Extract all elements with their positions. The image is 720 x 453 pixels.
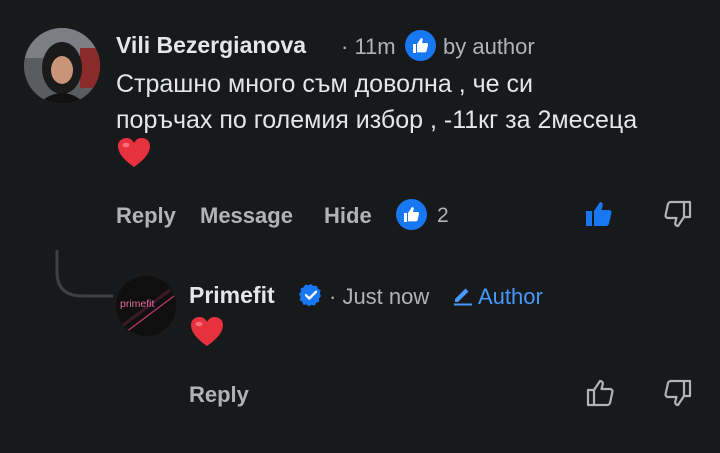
message-button[interactable]: Message: [200, 203, 293, 229]
verified-badge-icon: [299, 283, 323, 307]
reply-downvote-icon[interactable]: [663, 378, 693, 408]
like-reaction-icon[interactable]: [396, 199, 427, 230]
reply-upvote-icon[interactable]: [585, 378, 615, 408]
reply-author-name[interactable]: Primefit: [189, 282, 275, 309]
profile-photo: [24, 28, 100, 104]
reply-button[interactable]: Reply: [116, 203, 176, 229]
primefit-logo-text: primefit: [120, 298, 155, 310]
upvote-icon[interactable]: [583, 199, 613, 229]
reply-timestamp[interactable]: · Just now: [329, 284, 429, 310]
thumbs-up-badge-icon: [405, 30, 436, 61]
reply-heart-emoji: [190, 316, 224, 348]
reply-reply-button[interactable]: Reply: [189, 382, 249, 408]
commenter-avatar[interactable]: [24, 28, 100, 104]
author-label[interactable]: Author: [478, 284, 543, 310]
pencil-icon: [452, 284, 474, 306]
heart-icon: [118, 138, 150, 167]
hide-button[interactable]: Hide: [324, 203, 372, 229]
comment-text-line-2: поръчах по големия избор , -11кг за 2мес…: [116, 106, 638, 134]
commenter-name[interactable]: Vili Bezergianova: [116, 32, 306, 59]
like-count[interactable]: 2: [437, 204, 449, 228]
primefit-avatar[interactable]: primefit: [116, 276, 176, 336]
comment-timestamp[interactable]: · 11m: [341, 34, 396, 60]
heart-emoji: [117, 137, 151, 169]
heart-icon: [191, 317, 223, 346]
downvote-icon[interactable]: [663, 199, 693, 229]
by-author-label: by author: [443, 34, 535, 59]
comment-text-line-1: Страшно много съм доволна , че си: [116, 70, 533, 98]
